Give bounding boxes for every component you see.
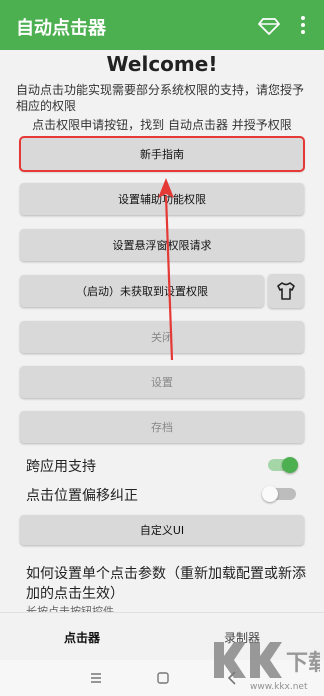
welcome-heading: Welcome! (106, 52, 218, 76)
start-button[interactable]: （启动）未获取到设置权限 (20, 275, 264, 307)
guide-button[interactable]: 新手指南 (19, 136, 305, 172)
tshirt-icon (277, 282, 295, 300)
menu-icon[interactable] (90, 672, 102, 684)
kk-logo-icon: 下载 www.kkx.net (214, 642, 324, 692)
svg-text:下载: 下载 (286, 650, 320, 676)
cross-app-label: 跨应用支持 (26, 459, 96, 475)
accessibility-permission-button[interactable]: 设置辅助功能权限 (20, 183, 304, 215)
overlay-permission-button[interactable]: 设置悬浮窗权限请求 (20, 229, 304, 261)
home-icon[interactable] (156, 671, 170, 685)
app-title: 自动点击器 (16, 18, 106, 39)
watermark-url: www.kkx.net (250, 682, 308, 692)
theme-button[interactable] (268, 274, 304, 308)
watermark: 下载 www.kkx.net (210, 630, 324, 692)
app-bar: 自动点击器 (0, 0, 324, 50)
more-vert-icon[interactable] (298, 14, 308, 36)
close-button[interactable]: 关闭 (20, 321, 304, 353)
howto-title: 如何设置单个点击参数（重新加载配置或新添加的点击生效） (26, 566, 306, 602)
permission-hint: 点击权限申请按钮，找到 自动点击器 并授予权限 (32, 118, 292, 132)
howto-subtitle: 长按点击按钮控件 (26, 605, 114, 612)
custom-ui-button[interactable]: 自定义UI (20, 515, 304, 545)
tab-clicker[interactable]: 点击器 (64, 629, 100, 646)
diamond-icon[interactable] (258, 14, 280, 36)
save-button[interactable]: 存档 (20, 411, 304, 443)
offset-correction-label: 点击位置偏移纠正 (26, 488, 138, 504)
settings-button[interactable]: 设置 (20, 366, 304, 398)
permission-description: 自动点击功能实现需要部分系统权限的支持，请您授予相应的权限 (16, 83, 305, 113)
